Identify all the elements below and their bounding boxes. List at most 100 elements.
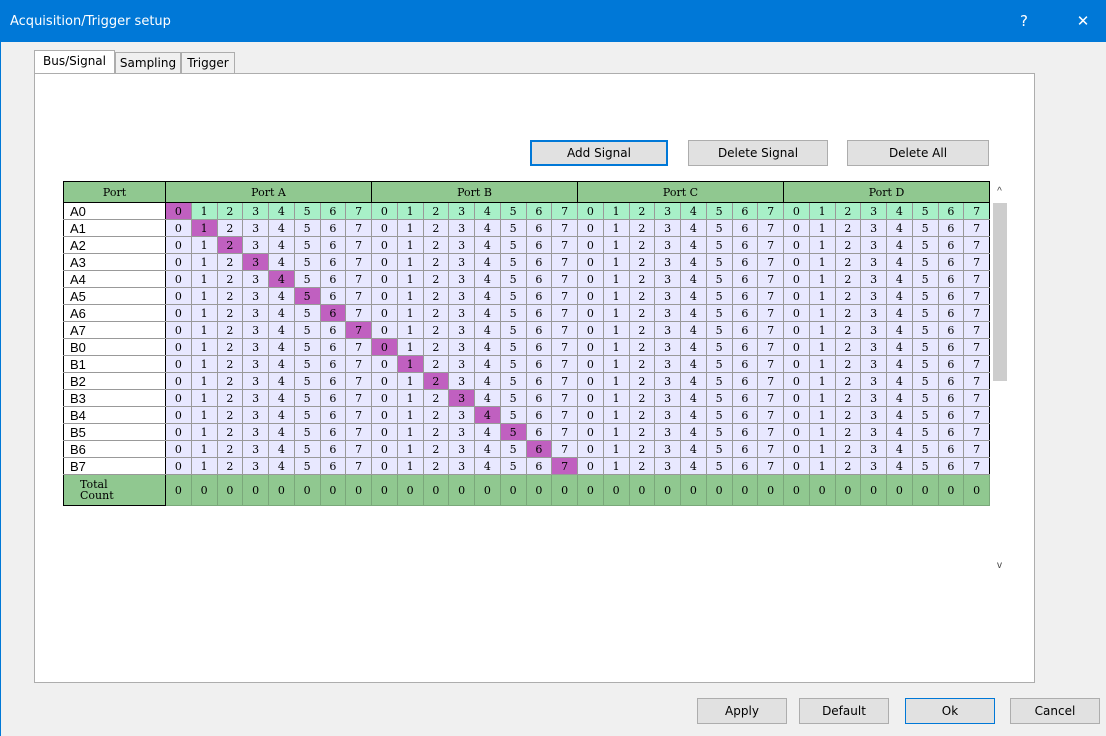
- bit-cell[interactable]: 4: [680, 219, 707, 237]
- bit-cell[interactable]: 3: [448, 236, 475, 254]
- bit-cell[interactable]: 6: [319, 389, 347, 407]
- scroll-down-icon[interactable]: v: [991, 557, 1008, 574]
- bit-cell[interactable]: 5: [293, 338, 321, 356]
- bit-cell[interactable]: 6: [319, 372, 347, 390]
- bit-cell[interactable]: 1: [808, 304, 836, 322]
- bit-cell[interactable]: 1: [808, 406, 836, 424]
- bit-cell[interactable]: 1: [602, 423, 630, 441]
- bit-cell[interactable]: 2: [628, 389, 656, 407]
- bit-cell[interactable]: 1: [602, 287, 630, 305]
- bit-cell[interactable]: 1: [396, 287, 424, 305]
- bit-cell[interactable]: 6: [731, 270, 759, 288]
- bit-cell[interactable]: 1: [396, 321, 424, 339]
- bit-cell-selected[interactable]: 5: [293, 287, 321, 305]
- bit-cell[interactable]: 4: [474, 270, 501, 288]
- tab-trigger[interactable]: Trigger: [181, 52, 235, 73]
- bit-cell[interactable]: 1: [602, 389, 630, 407]
- bit-cell[interactable]: 7: [963, 219, 990, 237]
- bit-cell[interactable]: 5: [911, 406, 939, 424]
- bit-cell[interactable]: 0: [783, 270, 810, 288]
- bit-cell[interactable]: 2: [834, 338, 862, 356]
- bit-cell[interactable]: 5: [911, 287, 939, 305]
- bit-cell[interactable]: 0: [165, 423, 192, 441]
- bit-cell[interactable]: 5: [499, 287, 527, 305]
- bit-cell[interactable]: 3: [654, 304, 681, 322]
- bit-cell[interactable]: 7: [551, 372, 578, 390]
- bit-cell[interactable]: 2: [216, 440, 244, 458]
- bit-cell[interactable]: 4: [680, 355, 707, 373]
- bit-cell-selected[interactable]: 7: [345, 321, 372, 339]
- bit-cell[interactable]: 0: [371, 355, 398, 373]
- bit-cell[interactable]: 0: [577, 338, 604, 356]
- bit-cell[interactable]: 6: [525, 253, 553, 271]
- bit-cell-selected[interactable]: 5: [499, 423, 527, 441]
- bit-cell[interactable]: 6: [937, 457, 965, 475]
- bit-cell[interactable]: 4: [680, 406, 707, 424]
- signal-name-cell[interactable]: A2: [63, 236, 166, 254]
- bit-cell[interactable]: 7: [757, 372, 784, 390]
- bit-cell[interactable]: 4: [474, 457, 501, 475]
- bit-cell[interactable]: 4: [680, 457, 707, 475]
- bit-cell[interactable]: 6: [937, 423, 965, 441]
- bit-cell[interactable]: 6: [319, 457, 347, 475]
- bit-cell[interactable]: 4: [474, 287, 501, 305]
- bit-cell[interactable]: 4: [474, 202, 501, 220]
- bit-cell[interactable]: 1: [602, 219, 630, 237]
- bit-cell[interactable]: 7: [963, 270, 990, 288]
- bit-cell[interactable]: 6: [525, 372, 553, 390]
- bit-cell[interactable]: 5: [705, 253, 733, 271]
- bit-cell[interactable]: 2: [216, 423, 244, 441]
- signal-name-cell[interactable]: B3: [63, 389, 166, 407]
- bit-cell[interactable]: 7: [551, 287, 578, 305]
- bit-cell[interactable]: 1: [396, 253, 424, 271]
- bit-cell[interactable]: 1: [808, 338, 836, 356]
- bit-cell[interactable]: 3: [654, 423, 681, 441]
- bit-cell[interactable]: 4: [474, 236, 501, 254]
- bit-cell[interactable]: 7: [757, 287, 784, 305]
- bit-cell[interactable]: 4: [886, 219, 913, 237]
- bit-cell[interactable]: 6: [937, 338, 965, 356]
- bit-cell[interactable]: 2: [628, 321, 656, 339]
- bit-cell[interactable]: 2: [628, 457, 656, 475]
- bit-cell[interactable]: 1: [808, 423, 836, 441]
- bit-cell[interactable]: 1: [190, 202, 218, 220]
- bit-cell[interactable]: 3: [242, 287, 269, 305]
- bit-cell[interactable]: 4: [268, 219, 295, 237]
- bit-cell[interactable]: 6: [937, 389, 965, 407]
- bit-cell[interactable]: 7: [963, 389, 990, 407]
- bit-cell[interactable]: 0: [165, 287, 192, 305]
- bit-cell[interactable]: 0: [165, 270, 192, 288]
- bit-cell[interactable]: 1: [190, 287, 218, 305]
- signal-name-cell[interactable]: B4: [63, 406, 166, 424]
- bit-cell[interactable]: 7: [757, 355, 784, 373]
- bit-cell[interactable]: 1: [602, 355, 630, 373]
- bit-cell[interactable]: 4: [474, 372, 501, 390]
- bit-cell[interactable]: 4: [886, 321, 913, 339]
- bit-cell[interactable]: 4: [474, 321, 501, 339]
- bit-cell[interactable]: 3: [860, 236, 887, 254]
- bit-cell[interactable]: 7: [345, 253, 372, 271]
- bit-cell[interactable]: 3: [448, 270, 475, 288]
- bit-cell[interactable]: 4: [886, 338, 913, 356]
- bit-cell[interactable]: 0: [577, 423, 604, 441]
- bit-cell-selected[interactable]: 6: [319, 304, 347, 322]
- bit-cell[interactable]: 7: [757, 389, 784, 407]
- bit-cell[interactable]: 3: [654, 253, 681, 271]
- bit-cell[interactable]: 0: [783, 304, 810, 322]
- signal-name-cell[interactable]: A4: [63, 270, 166, 288]
- bit-cell[interactable]: 2: [216, 355, 244, 373]
- bit-cell[interactable]: 3: [860, 270, 887, 288]
- bit-cell[interactable]: 0: [165, 372, 192, 390]
- bit-cell[interactable]: 5: [499, 389, 527, 407]
- bit-cell[interactable]: 4: [886, 440, 913, 458]
- bit-cell[interactable]: 3: [242, 440, 269, 458]
- bit-cell[interactable]: 5: [911, 321, 939, 339]
- bit-cell[interactable]: 1: [396, 423, 424, 441]
- bit-cell[interactable]: 7: [963, 321, 990, 339]
- bit-cell[interactable]: 6: [731, 304, 759, 322]
- bit-cell[interactable]: 2: [834, 202, 862, 220]
- bit-cell[interactable]: 4: [680, 338, 707, 356]
- bit-cell[interactable]: 0: [371, 321, 398, 339]
- bit-cell[interactable]: 5: [911, 338, 939, 356]
- bit-cell[interactable]: 0: [371, 219, 398, 237]
